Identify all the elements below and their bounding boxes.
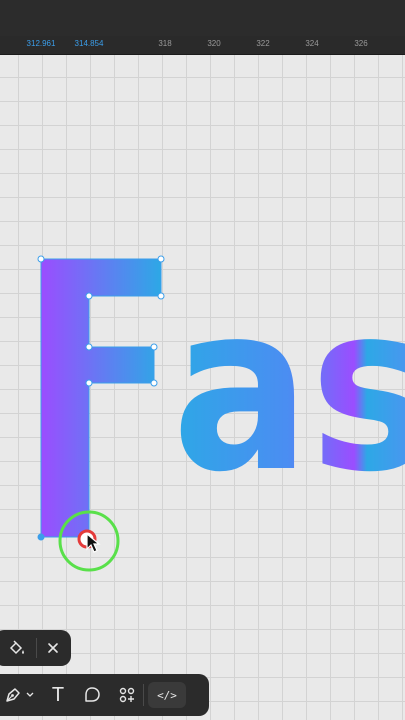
toolbar-divider	[36, 638, 37, 658]
ruler-label: 322	[256, 39, 270, 48]
pen-tool-button[interactable]	[2, 684, 24, 706]
dev-mode-button[interactable]: </>	[148, 682, 186, 708]
ruler-label: 318	[158, 39, 172, 48]
canvas-text-as[interactable]: as	[172, 256, 405, 523]
design-canvas[interactable]: as	[0, 55, 405, 720]
comment-icon	[85, 687, 100, 702]
ruler-label: 324	[305, 39, 319, 48]
paint-bucket-button[interactable]	[6, 638, 28, 658]
toolbar-divider	[143, 684, 144, 706]
ruler-label: 320	[207, 39, 221, 48]
close-button[interactable]	[43, 638, 63, 658]
text-tool-button[interactable]: T	[46, 683, 70, 707]
paint-bucket-icon	[9, 640, 24, 655]
canvas-artwork: as	[37, 255, 405, 572]
comment-tool-button[interactable]	[81, 684, 103, 706]
letter-f-shape[interactable]	[41, 259, 161, 537]
pen-tool-menu-button[interactable]	[25, 689, 35, 701]
main-toolbar: T </>	[0, 674, 209, 716]
code-icon: </>	[157, 688, 177, 702]
selection-toolbar	[0, 630, 71, 666]
pen-tool-icon	[6, 688, 20, 702]
components-icon	[119, 687, 135, 703]
top-bar	[0, 0, 405, 36]
close-icon	[48, 643, 58, 653]
horizontal-ruler: 312.961 314.854 318 320 322 324 326	[0, 36, 405, 55]
chevron-down-icon	[26, 692, 34, 697]
ruler-label-selection-end: 314.854	[74, 39, 104, 48]
components-button[interactable]	[116, 684, 138, 706]
selected-anchor-point[interactable]	[37, 533, 45, 541]
ruler-label-selection-start: 312.961	[26, 39, 56, 48]
ruler-label: 326	[354, 39, 368, 48]
text-tool-icon: T	[51, 683, 65, 706]
